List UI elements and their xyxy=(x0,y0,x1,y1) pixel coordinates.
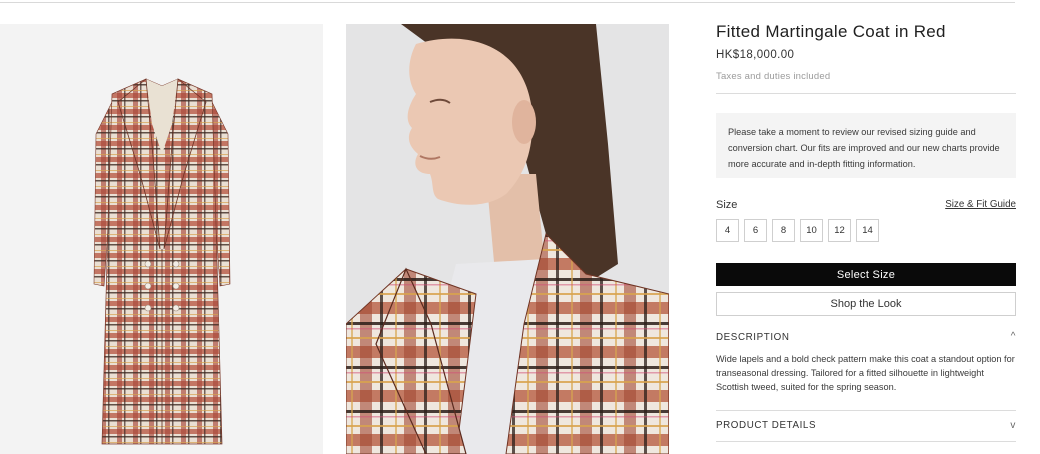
size-option-12[interactable]: 12 xyxy=(828,219,851,242)
tax-note: Taxes and duties included xyxy=(716,71,831,82)
size-option-4[interactable]: 4 xyxy=(716,219,739,242)
product-details-heading: PRODUCT DETAILS xyxy=(716,420,817,431)
shop-the-look-button[interactable]: Shop the Look xyxy=(716,292,1016,316)
divider xyxy=(716,93,1016,94)
description-text: Wide lapels and a bold check pattern mak… xyxy=(716,354,1015,392)
model-illustration xyxy=(346,24,669,454)
size-fit-guide-link[interactable]: Size & Fit Guide xyxy=(945,199,1016,210)
size-option-8[interactable]: 8 xyxy=(772,219,795,242)
size-option-14[interactable]: 14 xyxy=(856,219,879,242)
size-label: Size xyxy=(716,199,738,211)
select-size-button[interactable]: Select Size xyxy=(716,263,1016,286)
size-option-6[interactable]: 6 xyxy=(744,219,767,242)
chevron-up-icon: ^ xyxy=(1010,331,1016,342)
product-image-model[interactable] xyxy=(346,24,669,454)
size-options: 4 6 8 10 12 14 xyxy=(716,219,879,242)
product-price: HK$18,000.00 xyxy=(716,49,795,61)
coat-illustration xyxy=(93,78,231,445)
divider xyxy=(716,441,1016,442)
description-accordion-header[interactable]: DESCRIPTION ^ xyxy=(716,331,1016,343)
size-option-10[interactable]: 10 xyxy=(800,219,823,242)
sizing-notice: Please take a moment to review our revis… xyxy=(716,113,1016,178)
product-details-accordion-header[interactable]: PRODUCT DETAILS v xyxy=(716,420,1016,431)
chevron-down-icon: v xyxy=(1010,420,1016,431)
next-accordion-header[interactable] xyxy=(716,449,1016,454)
divider xyxy=(716,410,1016,411)
description-heading: DESCRIPTION xyxy=(716,332,790,343)
top-divider xyxy=(0,2,1015,3)
product-title: Fitted Martingale Coat in Red xyxy=(716,22,946,41)
product-image-coat[interactable] xyxy=(0,24,323,454)
